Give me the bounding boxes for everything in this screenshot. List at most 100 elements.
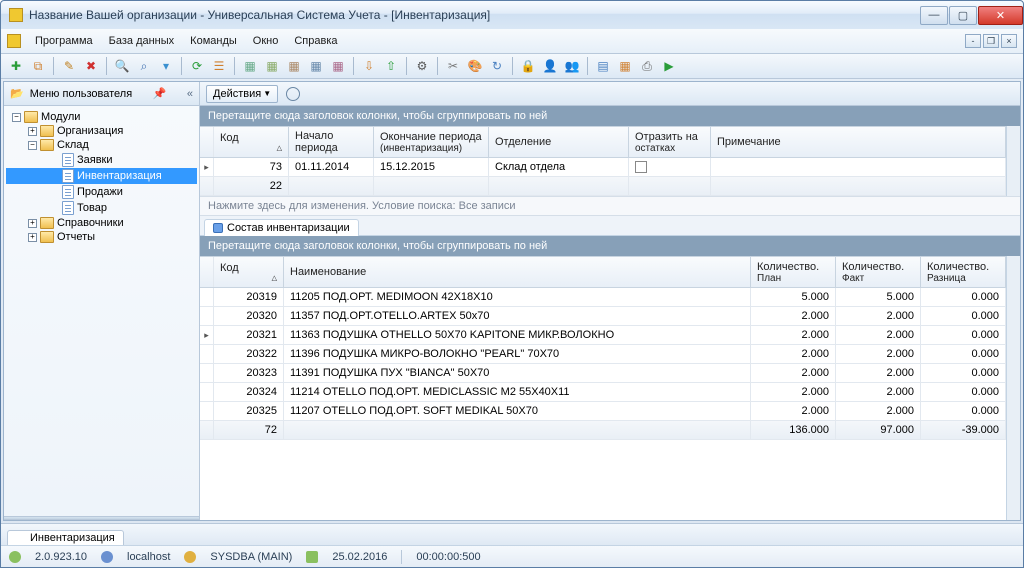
- group-by-hint-top[interactable]: Перетащите сюда заголовок колонки, чтобы…: [200, 106, 1020, 126]
- scrollbar-bottom[interactable]: [1006, 256, 1020, 520]
- table-row[interactable]: 2032011357 ПОД.ОРТ.OTELLO.ARTEX 50x702.0…: [200, 307, 1006, 326]
- tree-refs[interactable]: +Справочники: [6, 216, 197, 230]
- lock-icon[interactable]: 🔒: [519, 57, 537, 75]
- window-title: Название Вашей организации - Универсальн…: [29, 8, 919, 22]
- minimize-button[interactable]: —: [920, 6, 948, 25]
- filter-icon[interactable]: ⌕: [135, 57, 153, 75]
- table-row[interactable]: 2032511207 OTELLO ПОД.ОРТ. SOFT MEDIKAL …: [200, 402, 1006, 421]
- col-reflect[interactable]: Отразить наостатках: [629, 127, 711, 157]
- mdi-restore-button[interactable]: ❐: [983, 34, 999, 48]
- tb3-icon[interactable]: ▦: [285, 57, 303, 75]
- tb1-icon[interactable]: ▦: [241, 57, 259, 75]
- tree-stock[interactable]: −Склад: [6, 138, 197, 152]
- mdi-close-button[interactable]: ×: [1001, 34, 1017, 48]
- mdi-minimize-button[interactable]: -: [965, 34, 981, 48]
- tree-reports[interactable]: +Отчеты: [6, 230, 197, 244]
- table-row[interactable]: 2032411214 OTELLO ПОД.ОРТ. MEDICLASSIC M…: [200, 383, 1006, 402]
- top-grid-summary: 22: [200, 177, 1006, 196]
- main-toolbar: ✚ ⧉ ✎ ✖ 🔍 ⌕ ▾ ⟳ ☰ ▦ ▦ ▦ ▦ ▦ ⇩ ⇧ ⚙ ✂ 🎨 ↻ …: [1, 54, 1023, 79]
- col-start[interactable]: Начало периода: [289, 127, 374, 157]
- table-row[interactable]: ▸2032111363 ПОДУШКА OTHELLO 50X70 KAPITO…: [200, 326, 1006, 345]
- sidebar-title: Меню пользователя: [30, 88, 132, 100]
- col-b-code[interactable]: Код△: [214, 257, 284, 287]
- col-b-name[interactable]: Наименование: [284, 257, 751, 287]
- tool3-icon[interactable]: ↻: [488, 57, 506, 75]
- tree-icon[interactable]: ☰: [210, 57, 228, 75]
- table-row[interactable]: 2031911205 ПОД.ОРТ. MEDIMOON 42X18X105.0…: [200, 288, 1006, 307]
- scrollbar-top[interactable]: [1006, 126, 1020, 196]
- clock-icon[interactable]: [286, 87, 300, 101]
- col-note[interactable]: Примечание: [711, 127, 1006, 157]
- col-dept[interactable]: Отделение: [489, 127, 629, 157]
- reflect-checkbox[interactable]: [635, 161, 647, 173]
- titlebar[interactable]: Название Вашей организации - Универсальн…: [1, 1, 1023, 29]
- col-end[interactable]: Окончание периода(инвентаризация): [374, 127, 489, 157]
- tree-org[interactable]: +Организация: [6, 124, 197, 138]
- tool2-icon[interactable]: 🎨: [466, 57, 484, 75]
- filter-bar[interactable]: Нажмите здесь для изменения. Условие пои…: [200, 196, 1020, 216]
- collapse-icon[interactable]: «: [187, 88, 193, 100]
- document-tabs: Инвентаризация: [1, 523, 1023, 545]
- tb5-icon[interactable]: ▦: [329, 57, 347, 75]
- add-icon[interactable]: ✚: [7, 57, 25, 75]
- close-button[interactable]: ✕: [978, 6, 1023, 25]
- import-icon[interactable]: ⇩: [360, 57, 378, 75]
- bottom-grid-header: Код△ Наименование Количество.План Количе…: [200, 257, 1006, 288]
- menu-help[interactable]: Справка: [286, 32, 345, 50]
- tree-requests[interactable]: Заявки: [6, 152, 197, 168]
- user-icon[interactable]: 👤: [541, 57, 559, 75]
- navigation-tree: −Модули +Организация −Склад Заявки Инвен…: [4, 106, 199, 516]
- tree-product[interactable]: Товар: [6, 200, 197, 216]
- tree-sales[interactable]: Продажи: [6, 184, 197, 200]
- col-plan[interactable]: Количество.План: [751, 257, 836, 287]
- print-icon[interactable]: ⎙: [638, 57, 656, 75]
- copy-icon[interactable]: ⧉: [29, 57, 47, 75]
- user-status-icon: [184, 551, 196, 563]
- action-bar: Действия▼: [200, 82, 1020, 106]
- bottom-grid-summary: 72 136.000 97.000 -39.000: [200, 421, 1006, 440]
- search-icon[interactable]: 🔍: [113, 57, 131, 75]
- refresh-icon[interactable]: ⟳: [188, 57, 206, 75]
- actions-dropdown[interactable]: Действия▼: [206, 85, 278, 103]
- delete-icon[interactable]: ✖: [82, 57, 100, 75]
- tree-inventory[interactable]: Инвентаризация: [6, 168, 197, 184]
- cal-icon[interactable]: ▦: [616, 57, 634, 75]
- tb4-icon[interactable]: ▦: [307, 57, 325, 75]
- calendar-icon: [306, 551, 318, 563]
- doc-icon[interactable]: ▤: [594, 57, 612, 75]
- menu-database[interactable]: База данных: [101, 32, 183, 50]
- group-by-hint-bottom[interactable]: Перетащите сюда заголовок колонки, чтобы…: [200, 236, 1020, 256]
- status-dot-icon: [9, 551, 21, 563]
- main-window: Название Вашей организации - Универсальн…: [0, 0, 1024, 568]
- host-icon: [101, 551, 113, 563]
- table-row[interactable]: 2032211396 ПОДУШКА МИКРО-ВОЛОКНО "PEARL"…: [200, 345, 1006, 364]
- maximize-button[interactable]: ▢: [949, 6, 977, 25]
- tree-modules[interactable]: −Модули: [6, 110, 197, 124]
- col-diff[interactable]: Количество.Разница: [921, 257, 1006, 287]
- tab-icon: [213, 223, 223, 233]
- pin-icon[interactable]: 📌: [153, 87, 167, 100]
- col-fact[interactable]: Количество.Факт: [836, 257, 921, 287]
- tab-inventory-content[interactable]: Состав инвентаризации: [204, 219, 359, 236]
- menu-window[interactable]: Окно: [245, 32, 287, 50]
- play-icon[interactable]: ▶: [660, 57, 678, 75]
- menu-commands[interactable]: Команды: [182, 32, 245, 50]
- funnel-icon[interactable]: ▾: [157, 57, 175, 75]
- menu-app-icon: [7, 34, 21, 48]
- edit-icon[interactable]: ✎: [60, 57, 78, 75]
- table-row[interactable]: 2032311391 ПОДУШКА ПУХ "BIANCA" 50X702.0…: [200, 364, 1006, 383]
- users-icon[interactable]: 👥: [563, 57, 581, 75]
- plugin-icon[interactable]: ⚙: [413, 57, 431, 75]
- menu-program[interactable]: Программа: [27, 32, 101, 50]
- export-icon[interactable]: ⇧: [382, 57, 400, 75]
- folder-icon: 📂: [10, 87, 24, 100]
- col-code[interactable]: Код△: [214, 127, 289, 157]
- sidebar-header: 📂 Меню пользователя 📌 «: [4, 82, 199, 106]
- top-grid-header: Код△ Начало периода Окончание периода(ин…: [200, 127, 1006, 158]
- status-bar: 2.0.923.10 localhost SYSDBA (MAIN) 25.02…: [1, 545, 1023, 567]
- tool1-icon[interactable]: ✂: [444, 57, 462, 75]
- top-grid-row[interactable]: ▸ 73 01.11.2014 15.12.2015 Склад отдела: [200, 158, 1006, 177]
- tb2-icon[interactable]: ▦: [263, 57, 281, 75]
- doc-tab-inventory[interactable]: Инвентаризация: [7, 530, 124, 545]
- status-date: 25.02.2016: [332, 551, 387, 563]
